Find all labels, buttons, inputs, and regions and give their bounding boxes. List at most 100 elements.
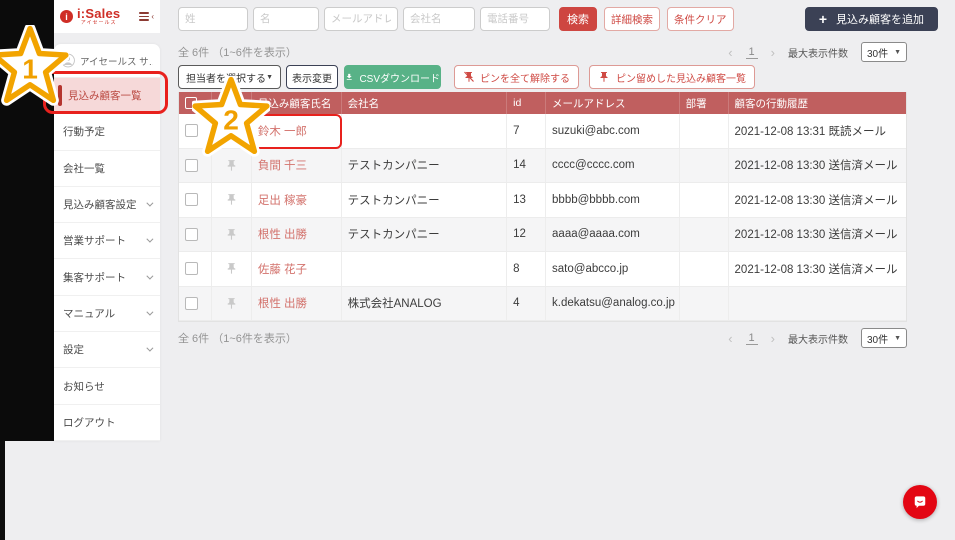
unpin-all-button[interactable]: ピンを全て解除する (454, 65, 579, 89)
pin-icon (225, 262, 238, 275)
assignee-select[interactable]: 担当者を選択する ▼ (178, 65, 281, 89)
pinned-list-button[interactable]: ピン留めした見込み顧客一覧 (589, 65, 755, 89)
row-checkbox[interactable] (185, 193, 198, 206)
customer-name-link[interactable]: 根性 出勝 (258, 226, 307, 242)
unpin-icon (463, 71, 475, 83)
search-input[interactable] (324, 7, 398, 31)
chevron-down-icon: ▼ (894, 335, 901, 342)
cell-company: テストカンパニー (341, 218, 507, 252)
cell-id: 13 (506, 183, 545, 217)
row-select-cell (179, 252, 211, 286)
sidebar-item[interactable]: お知らせ (54, 368, 160, 404)
prev-page-button[interactable]: ‹ (728, 45, 732, 60)
row-pin-cell (211, 252, 251, 286)
brand-subtitle: アイセールス (77, 21, 120, 26)
menu-fold-icon[interactable]: ‹ (139, 12, 154, 21)
pin-toggle[interactable] (218, 159, 245, 172)
display-change-button[interactable]: 表示変更 (286, 65, 338, 89)
customer-name-link[interactable]: 根性 出勝 (258, 295, 307, 311)
row-checkbox[interactable] (185, 228, 198, 241)
sidebar-item-label: 行動予定 (63, 124, 105, 139)
customer-name-link[interactable]: 鈴木 一郎 (258, 123, 307, 139)
page-number[interactable]: 1 (746, 46, 758, 59)
cell-history (728, 287, 906, 321)
row-select-cell (179, 149, 211, 183)
csv-download-button[interactable]: CSVダウンロード (344, 65, 441, 89)
user-name: アイセールス サ… (80, 54, 153, 68)
cell-id: 7 (506, 114, 545, 148)
cell-history: 2021-12-08 13:30 送信済メール (728, 218, 906, 252)
table-toolbar: 担当者を選択する ▼ 表示変更 CSVダウンロード ピンを全て解除する (178, 65, 938, 89)
next-page-button[interactable]: › (771, 45, 775, 60)
user-profile[interactable]: アイセールス サ… (54, 44, 160, 78)
max-rows-select[interactable]: 30件 ▼ (861, 42, 907, 62)
chevron-down-icon (146, 236, 153, 243)
chevron-down-icon: ▼ (894, 49, 901, 56)
sidebar-item-label: 設定 (63, 342, 84, 357)
row-checkbox[interactable] (185, 297, 198, 310)
sidebar-item[interactable]: 営業サポート (54, 223, 160, 259)
search-button[interactable]: 検索 (559, 7, 597, 31)
clear-conditions-button[interactable]: 条件クリア (667, 7, 734, 31)
row-pin-cell (211, 183, 251, 217)
advanced-search-button[interactable]: 詳細検索 (604, 7, 660, 31)
page-number[interactable]: 1 (746, 332, 758, 345)
sidebar-item-label: 見込み顧客一覧 (68, 88, 142, 103)
pin-toggle[interactable] (218, 193, 245, 206)
max-rows-value: 30件 (867, 45, 888, 60)
hamburger-icon (139, 12, 149, 21)
pin-toggle[interactable] (218, 297, 245, 310)
sidebar-item[interactable]: 見込み顧客一覧 (54, 78, 160, 114)
customer-name-link[interactable]: 足出 稼豪 (258, 192, 307, 208)
prev-page-button[interactable]: ‹ (728, 331, 732, 346)
sidebar-item-label: 営業サポート (63, 233, 126, 248)
pin-toggle[interactable] (218, 124, 245, 137)
search-input[interactable] (178, 7, 248, 31)
sidebar-item[interactable]: 設定 (54, 332, 160, 368)
max-rows-select[interactable]: 30件 ▼ (861, 328, 907, 348)
pin-toggle[interactable] (218, 262, 245, 275)
avatar-icon (61, 53, 75, 68)
customer-name-link[interactable]: 佐藤 花子 (258, 261, 307, 277)
pagination-top: ‹ 1 › 最大表示件数 30件 ▼ (728, 42, 907, 62)
table-row: 根性 出勝株式会社ANALOG4k.dekatsu@analog.co.jp (179, 287, 906, 322)
next-page-button[interactable]: › (771, 331, 775, 346)
chevron-down-icon (146, 272, 153, 279)
row-checkbox[interactable] (185, 159, 198, 172)
row-checkbox[interactable] (185, 262, 198, 275)
sidebar-item-label: 会社一覧 (63, 161, 105, 176)
sidebar-item[interactable]: ログアウト (54, 405, 160, 441)
column-header: 会社名 (341, 92, 507, 114)
table-row: 鈴木 一郎7suzuki@abc.com2021-12-08 13:31 既読メ… (179, 114, 906, 149)
results-summary: 全 6件 （1~6件を表示） (178, 44, 297, 60)
cell-id: 14 (506, 149, 545, 183)
pin-column-header (211, 92, 251, 114)
fold-arrow-icon: ‹ (151, 13, 154, 21)
search-input[interactable] (253, 7, 319, 31)
chat-support-button[interactable] (903, 485, 937, 519)
column-header: 見込み顧客氏名 (251, 92, 341, 114)
sidebar-item[interactable]: 集客サポート (54, 259, 160, 295)
pin-icon (225, 159, 238, 172)
search-input[interactable] (403, 7, 475, 31)
sidebar-item[interactable]: 見込み顧客設定 (54, 187, 160, 223)
row-checkbox[interactable] (185, 124, 198, 137)
csv-download-label: CSVダウンロード (359, 70, 440, 85)
customer-name-link[interactable]: 負間 千三 (258, 157, 307, 173)
sidebar-item[interactable]: マニュアル (54, 296, 160, 332)
add-prospect-label: 見込み顧客を追加 (836, 11, 924, 27)
row-select-cell (179, 114, 211, 148)
select-all-checkbox[interactable] (185, 97, 197, 109)
search-input[interactable] (480, 7, 550, 31)
app-window: i i:Sales アイセールス ‹ アイセールス サ… 見込み顧客一覧行動予定… (0, 0, 955, 540)
pin-icon (225, 124, 238, 137)
sidebar-item[interactable]: 行動予定 (54, 114, 160, 150)
sidebar: i i:Sales アイセールス ‹ アイセールス サ… 見込み顧客一覧行動予定… (54, 0, 160, 33)
pin-toggle[interactable] (218, 228, 245, 241)
pin-icon (225, 193, 238, 206)
cell-dept (679, 183, 728, 217)
logo-box: i i:Sales アイセールス ‹ (54, 0, 160, 33)
add-prospect-button[interactable]: + 見込み顧客を追加 (805, 7, 938, 31)
sidebar-item[interactable]: 会社一覧 (54, 151, 160, 187)
cell-email: sato@abcco.jp (545, 252, 679, 286)
